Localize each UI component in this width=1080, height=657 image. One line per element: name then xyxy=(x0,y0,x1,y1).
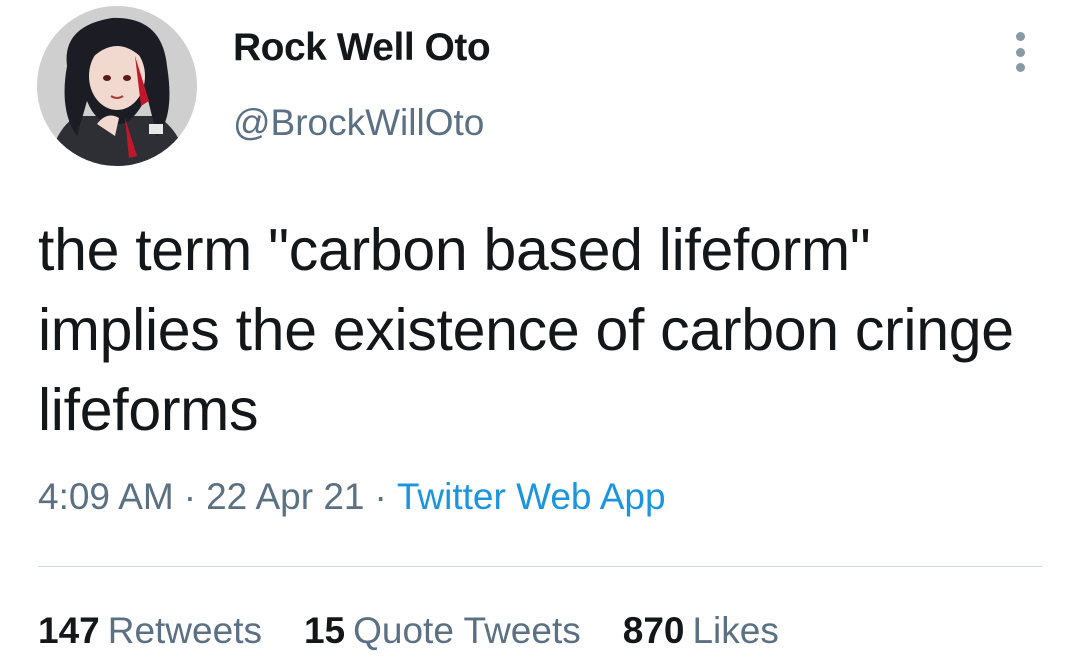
retweets-label: Retweets xyxy=(107,610,262,651)
likes-label: Likes xyxy=(692,610,779,651)
more-dot-icon xyxy=(1015,32,1025,41)
quote-tweets-stat[interactable]: 15 Quote Tweets xyxy=(304,610,581,652)
more-dot-icon xyxy=(1015,63,1025,72)
retweets-count: 147 xyxy=(38,610,100,651)
tweet-time[interactable]: 4:09 AM xyxy=(38,476,174,517)
handle[interactable]: @BrockWillOto xyxy=(233,102,484,144)
retweets-stat[interactable]: 147 Retweets xyxy=(38,610,262,652)
tweet-card: Rock Well Oto @BrockWillOto the term "ca… xyxy=(0,0,1080,657)
tweet-source-link[interactable]: Twitter Web App xyxy=(397,476,666,517)
avatar[interactable] xyxy=(37,6,197,166)
quote-tweets-label: Quote Tweets xyxy=(353,610,581,651)
tweet-stats: 147 Retweets 15 Quote Tweets 870 Likes xyxy=(38,610,779,652)
separator: · xyxy=(374,476,387,517)
more-options-button[interactable] xyxy=(1000,26,1040,78)
tweet-metadata: 4:09 AM · 22 Apr 21 · Twitter Web App xyxy=(38,476,666,518)
tweet-text: the term "carbon based lifeform" implies… xyxy=(38,217,1014,443)
quote-tweets-count: 15 xyxy=(303,610,346,651)
display-name[interactable]: Rock Well Oto xyxy=(233,26,491,70)
separator: · xyxy=(183,476,197,517)
divider xyxy=(38,566,1043,567)
more-dot-icon xyxy=(1015,47,1025,57)
likes-stat[interactable]: 870 Likes xyxy=(623,610,779,652)
anime-character-avatar-icon xyxy=(37,6,197,166)
likes-count: 870 xyxy=(622,610,685,651)
tweet-date[interactable]: 22 Apr 21 xyxy=(206,476,364,517)
